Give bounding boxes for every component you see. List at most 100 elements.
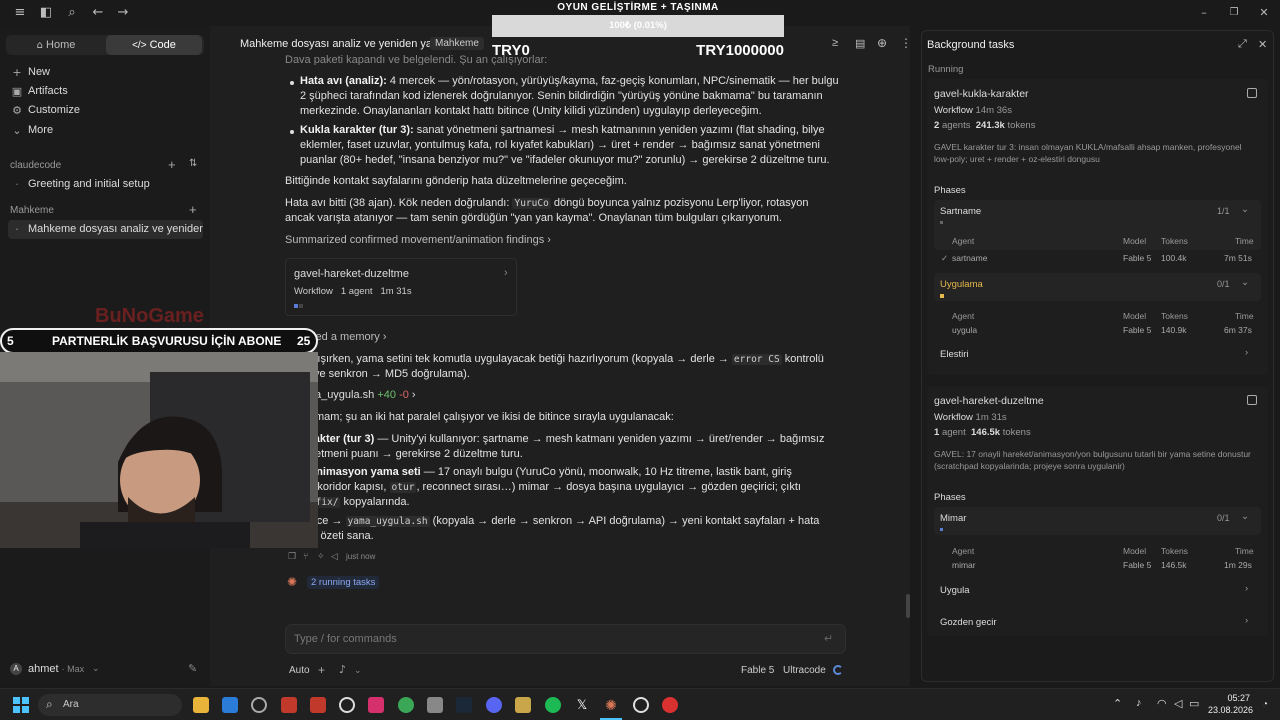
expand-icon[interactable]: ⤢ (1238, 38, 1247, 51)
phase-name[interactable]: Elestiri (940, 349, 969, 360)
project-badge[interactable]: Mahkeme (430, 37, 484, 50)
branch-icon[interactable]: ⑂ (303, 551, 308, 561)
microphone-icon[interactable]: ♪ (339, 663, 346, 676)
agent-name: sartname (952, 253, 988, 263)
back-arrow-icon[interactable]: ← (90, 5, 106, 21)
edit-icon[interactable]: ✎ (188, 662, 197, 675)
phase-row-uygulama[interactable]: Uygulama 0/1 ⌄ (934, 273, 1261, 301)
app-icon[interactable] (662, 697, 678, 713)
chat-item[interactable]: · Greeting and initial setup (8, 175, 203, 194)
windows-taskbar: ⌕ Ara 𝕏 ✺ ⌃ ♪ ◠ ◁ ▭ 05:27 23.08.2026 ◔ (0, 688, 1280, 720)
text: (kopyala → derle → senkron → API doğrula… (429, 515, 820, 527)
text: at yönetmeni puanı → gerekirse 2 düzeltm… (285, 448, 523, 460)
mode-select[interactable]: Auto (289, 665, 310, 676)
phase-row-sartname[interactable]: Sartname 1/1 ⌄ Agent Model Tokens Time (934, 200, 1261, 250)
agent-model: Fable 5 (1123, 560, 1152, 570)
effort-select[interactable]: Ultracode (783, 665, 826, 676)
agent-tokens: 140.9k (1161, 325, 1187, 335)
microphone-icon[interactable]: ♪ (1136, 697, 1142, 709)
chrome-icon[interactable] (398, 697, 414, 713)
windows-start-icon[interactable] (13, 697, 29, 713)
mail-icon[interactable] (222, 697, 238, 713)
stop-icon[interactable] (1247, 88, 1257, 98)
layout-icon[interactable]: ▤ (855, 37, 865, 50)
spotify-icon[interactable] (545, 697, 561, 713)
add-chat-icon[interactable]: + (189, 202, 197, 217)
globe-icon[interactable]: ⊕ (877, 36, 887, 50)
chevron-down-icon[interactable]: ⌄ (354, 665, 362, 676)
chat-item-label: Greeting and initial setup (28, 178, 150, 190)
phase-name[interactable]: Gozden gecir (940, 617, 997, 628)
sidebar-item-artifacts[interactable]: ▣ Artifacts (8, 82, 203, 101)
artifacts-icon: ▣ (11, 85, 23, 98)
copy-icon[interactable]: ❐ (288, 551, 296, 562)
home-tab[interactable]: ⌂ Home (8, 35, 104, 55)
scrollbar[interactable] (906, 594, 910, 618)
paragraph-script: hat çalışırken, yama setini tek komutla … (285, 352, 845, 382)
app-icon[interactable] (633, 697, 649, 713)
message-input[interactable]: Type / for commands ↵ (285, 624, 846, 654)
speaker-icon[interactable]: ◁ (331, 551, 338, 562)
clock-time[interactable]: 05:27 (1208, 693, 1250, 703)
send-icon[interactable]: ↵ (824, 632, 833, 645)
avatar[interactable]: A (10, 663, 22, 675)
discord-icon[interactable] (486, 697, 502, 713)
search-icon[interactable]: ⌕ (64, 5, 80, 21)
chat-item-active[interactable]: · Mahkeme dosyası analiz ve yeniden yazım (8, 220, 203, 239)
menu-icon[interactable]: ≡ (12, 5, 28, 21)
clock-date[interactable]: 23.08.2026 (1208, 705, 1253, 715)
filter-icon[interactable]: ⇅ (189, 158, 197, 169)
restore-icon[interactable]: ❐ (1226, 5, 1242, 21)
speedometer-icon[interactable] (251, 697, 267, 713)
phase-name[interactable]: Uygula (940, 585, 970, 596)
pin-icon[interactable]: ✧ (317, 551, 325, 562)
sidebar-item-customize[interactable]: ⚙ Customize (8, 101, 203, 120)
running-tasks-link[interactable]: 2 running tasks (307, 576, 380, 589)
volume-icon[interactable]: ◁ (1174, 697, 1182, 710)
phase-row-mimar[interactable]: Mimar 0/1 ⌄ (934, 507, 1261, 535)
agent-tokens: 146.5k (1161, 560, 1187, 570)
task-card[interactable]: gavel-kukla-karakter Workflow 14m 36s 2 … (927, 79, 1268, 375)
code-tab[interactable]: </> Code (106, 35, 202, 55)
chevron-down-icon[interactable]: ⌄ (92, 663, 100, 674)
task-card[interactable]: gavel-hareket-duzeltme Workflow 1m 31s 1… (927, 386, 1268, 636)
task-description: GAVEL karakter tur 3: insan olmayan KUKL… (934, 142, 1242, 164)
wifi-icon[interactable]: ◠ (1157, 697, 1167, 710)
app-icon[interactable] (281, 697, 297, 713)
chatgpt-icon[interactable] (339, 697, 355, 713)
add-chat-icon[interactable]: + (168, 157, 176, 172)
attach-plus-icon[interactable]: + (318, 663, 325, 677)
stop-icon[interactable] (1247, 395, 1257, 405)
sidebar-item-new[interactable]: + New (8, 63, 203, 82)
chevron-up-icon[interactable]: ⌃ (1113, 697, 1122, 710)
steam-icon[interactable] (456, 697, 472, 713)
chat-title[interactable]: Mahkeme dosyası analiz ve yeniden yazım (240, 38, 450, 50)
x-icon[interactable]: 𝕏 (574, 697, 590, 713)
task-name: gavel-kukla-karakter (934, 88, 1029, 100)
more-options-icon[interactable]: ⋮ (900, 36, 912, 50)
sidebar-toggle-icon[interactable]: ◧ (38, 5, 54, 21)
minimize-icon[interactable]: – (1196, 5, 1212, 21)
file-explorer-icon[interactable] (193, 697, 209, 713)
phase-dot (940, 294, 944, 298)
app-icon[interactable] (515, 697, 531, 713)
summary-link[interactable]: Summarized confirmed movement/animation … (285, 233, 551, 248)
instagram-icon[interactable] (368, 697, 384, 713)
battery-icon[interactable]: ▭ (1189, 697, 1199, 710)
notification-icon[interactable]: ◔ (1262, 699, 1268, 710)
workflow-title: gavel-hareket-duzeltme (294, 268, 409, 280)
app-icon[interactable] (427, 697, 443, 713)
close-icon[interactable]: ✕ (1258, 38, 1267, 51)
netflix-icon[interactable] (310, 697, 326, 713)
forward-arrow-icon[interactable]: → (115, 5, 131, 21)
close-window-icon[interactable]: ✕ (1256, 5, 1272, 21)
workflow-card[interactable]: gavel-hareket-duzeltme › Workflow 1 agen… (285, 258, 517, 316)
text: 'ye senkron → MD5 doğrulama). (311, 368, 470, 380)
taskbar-search[interactable]: ⌕ Ara (38, 694, 182, 716)
user-name[interactable]: ahmet · Max (28, 663, 84, 675)
sidebar-item-more[interactable]: ⌄ More (8, 121, 203, 140)
claude-icon[interactable]: ✺ (603, 697, 619, 713)
terminal-icon[interactable]: ≥ (832, 37, 838, 49)
model-select[interactable]: Fable 5 (741, 665, 774, 676)
paragraph-root-cause: Hata avı bitti (38 ajan). Kök neden doğr… (285, 196, 830, 226)
